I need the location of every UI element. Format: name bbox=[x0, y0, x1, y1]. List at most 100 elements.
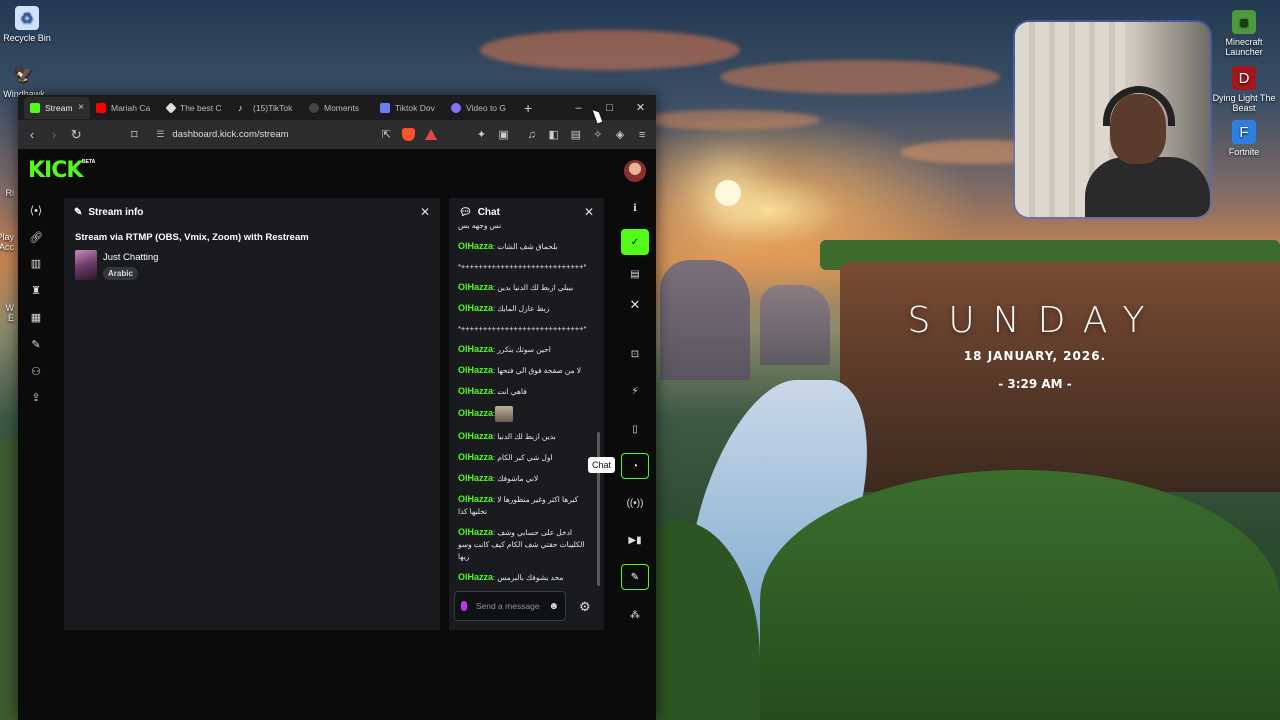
users-icon[interactable]: ⚇ bbox=[26, 358, 46, 385]
chat-username[interactable]: OlHazza bbox=[458, 452, 493, 462]
chat-username[interactable]: OlHazza bbox=[458, 431, 493, 441]
tab-youtube[interactable]: Mariah Ca bbox=[90, 97, 161, 119]
close-panel-button[interactable]: ✕ bbox=[420, 205, 430, 219]
reload-button[interactable]: ↻ bbox=[70, 127, 82, 143]
desktop-icon-partial[interactable]: PlayAcc bbox=[0, 232, 14, 252]
upload-icon[interactable]: ⇪ bbox=[26, 385, 46, 412]
chat-tooltip: Chat bbox=[588, 457, 616, 473]
forward-button[interactable]: › bbox=[48, 127, 60, 142]
chat-settings-icon[interactable]: ⚙ bbox=[579, 599, 591, 615]
tab-the-best[interactable]: The best C bbox=[161, 97, 232, 119]
tiktok-favicon-icon: ♪ bbox=[238, 102, 243, 113]
media-icon[interactable]: ♫ bbox=[526, 128, 538, 142]
screenshot-icon[interactable]: ▣ bbox=[498, 128, 510, 142]
cloud bbox=[640, 110, 820, 130]
tab-label: Moments bbox=[324, 102, 359, 113]
chat-username[interactable]: OlHazza bbox=[458, 303, 493, 313]
desktop-icon-fortnite[interactable]: F Fortnite bbox=[1212, 120, 1276, 157]
microphone-icon[interactable] bbox=[461, 601, 467, 611]
chat-text: نس وجهه بس bbox=[458, 221, 502, 230]
chat-username[interactable]: OlHazza bbox=[458, 572, 493, 582]
desktop-icon-minecraft[interactable]: ■ Minecraft Launcher bbox=[1212, 10, 1276, 57]
trophy-icon[interactable]: ♜ bbox=[26, 277, 46, 304]
chat-input[interactable]: Send a message ☻ bbox=[454, 591, 566, 621]
extensions-icon[interactable]: ✦ bbox=[475, 128, 487, 142]
info-icon[interactable]: ℹ bbox=[621, 195, 649, 221]
wallet-icon[interactable]: ▤ bbox=[570, 128, 582, 142]
back-button[interactable]: ‹ bbox=[26, 127, 38, 142]
desktop-icon-partial[interactable]: Ri bbox=[0, 188, 15, 198]
desktop-icon-recycle-bin[interactable]: ♻ Recycle Bin bbox=[0, 6, 59, 43]
close-window-button[interactable]: ✕ bbox=[625, 95, 656, 120]
lightning-icon[interactable]: ⚡︎ bbox=[621, 378, 649, 404]
wrench-icon[interactable]: ✎ bbox=[26, 331, 46, 358]
menu-icon[interactable]: ≡ bbox=[636, 128, 648, 142]
tab-video-to-gif[interactable]: Video to G bbox=[445, 97, 516, 119]
fortnite-icon: F bbox=[1232, 120, 1256, 144]
chat-message: OlHazza: بيبلي ازبط لك الدنيا بدين bbox=[458, 281, 593, 294]
stream-info-panel: ✎ Stream info ✕ Stream via RTMP (OBS, Vm… bbox=[64, 198, 440, 630]
emoji-icon[interactable]: ☻ bbox=[548, 601, 559, 612]
new-tab-button[interactable]: + bbox=[524, 100, 538, 116]
check-icon[interactable]: ✓ bbox=[621, 229, 649, 255]
link-icon[interactable]: 🔗︎ bbox=[26, 224, 46, 251]
url-field[interactable]: ☰ dashboard.kick.com/stream bbox=[150, 124, 410, 146]
kick-logo[interactable]: KICK bbox=[28, 158, 83, 183]
chat-text: : لاني ماشوفك bbox=[493, 474, 539, 483]
site-settings-icon[interactable]: ☰ bbox=[156, 129, 164, 140]
sidebar-icon[interactable]: ◧ bbox=[548, 128, 560, 142]
chat-username[interactable]: OlHazza bbox=[458, 282, 493, 292]
chat-message: OlHazza: كبرها اكثر وغير منظورها لا تخلي… bbox=[458, 493, 593, 518]
brave-shields-icon[interactable] bbox=[402, 128, 416, 142]
minimize-button[interactable]: – bbox=[563, 95, 594, 120]
tab-label: (15)TikTok bbox=[253, 102, 293, 113]
chat-username[interactable]: OlHazza bbox=[458, 494, 493, 504]
desktop-icon-label: Acc bbox=[0, 242, 14, 252]
desktop-icon-partial[interactable]: WE bbox=[0, 303, 15, 323]
chat-message-list[interactable]: نس وجهه بس OlHazza: بلحماق شف الشات *+++++… bbox=[449, 220, 597, 582]
chat-username[interactable]: OlHazza bbox=[458, 527, 493, 537]
close-icon[interactable]: ✕ bbox=[621, 292, 649, 318]
wrench-icon[interactable]: ✎ bbox=[621, 564, 649, 590]
leo-ai-icon[interactable]: ✧ bbox=[592, 128, 604, 142]
dying-light-icon: D bbox=[1232, 66, 1256, 90]
camera-icon[interactable]: ⊡ bbox=[621, 341, 649, 367]
layout-icon[interactable]: ▤ bbox=[621, 261, 649, 287]
tab-kick-stream[interactable]: Stream × bbox=[24, 96, 90, 119]
chat-message: OlHazza: بلحماق شف الشات bbox=[458, 240, 593, 253]
desktop-icon-dying-light[interactable]: D Dying Light The Beast bbox=[1212, 66, 1276, 113]
puzzle-icon[interactable]: ⁂ bbox=[621, 602, 649, 628]
chat-username[interactable]: OlHazza bbox=[458, 473, 493, 483]
tab-moments[interactable]: Moments bbox=[303, 97, 374, 119]
user-avatar[interactable] bbox=[624, 160, 646, 182]
close-chat-button[interactable]: ✕ bbox=[584, 205, 594, 219]
meadow bbox=[760, 470, 1280, 720]
download-favicon-icon bbox=[380, 102, 390, 113]
broadcast-icon[interactable]: ((•)) bbox=[621, 490, 649, 516]
chat-icon[interactable]: ◔ bbox=[621, 453, 649, 479]
tab-close-icon[interactable]: × bbox=[78, 102, 84, 113]
chart-icon[interactable]: ▥ bbox=[26, 251, 46, 278]
document-icon[interactable]: ▯ bbox=[621, 416, 649, 442]
desktop-icon-windhawk[interactable]: 🦅 Windhawk bbox=[0, 62, 56, 99]
tab-tiktok-downloader[interactable]: Tiktok Dov bbox=[374, 97, 445, 119]
chat-username[interactable]: OlHazza bbox=[458, 344, 493, 354]
chat-text: : محد يشوفك بالبرمس bbox=[493, 573, 564, 582]
tab-tiktok[interactable]: ♪ (15)TikTok bbox=[232, 97, 303, 119]
chat-username[interactable]: OlHazza bbox=[458, 386, 493, 396]
desktop-icon-label: Ri bbox=[5, 188, 15, 198]
stream-icon[interactable]: ⟨•⟩ bbox=[26, 197, 46, 224]
share-icon[interactable]: ⇱ bbox=[380, 128, 392, 142]
chat-username[interactable]: OlHazza bbox=[458, 365, 493, 375]
brave-rewards-icon[interactable] bbox=[425, 128, 438, 142]
vpn-icon[interactable]: ◈ bbox=[614, 128, 626, 142]
video-camera-icon[interactable]: ▶▮ bbox=[621, 527, 649, 553]
chat-scrollbar[interactable] bbox=[597, 432, 600, 586]
chat-emote-image bbox=[495, 406, 514, 422]
chat-username[interactable]: OlHazza bbox=[458, 408, 493, 418]
address-bar: ‹ › ↻ ⌑ ☰ dashboard.kick.com/stream ⇱ ✦ … bbox=[18, 120, 656, 149]
chat-message: OlHazza: زبط عازل المايك bbox=[458, 302, 593, 315]
chat-username[interactable]: OlHazza bbox=[458, 241, 493, 251]
bookmark-icon[interactable]: ⌑ bbox=[128, 127, 140, 143]
video-icon[interactable]: ▦ bbox=[26, 304, 46, 331]
